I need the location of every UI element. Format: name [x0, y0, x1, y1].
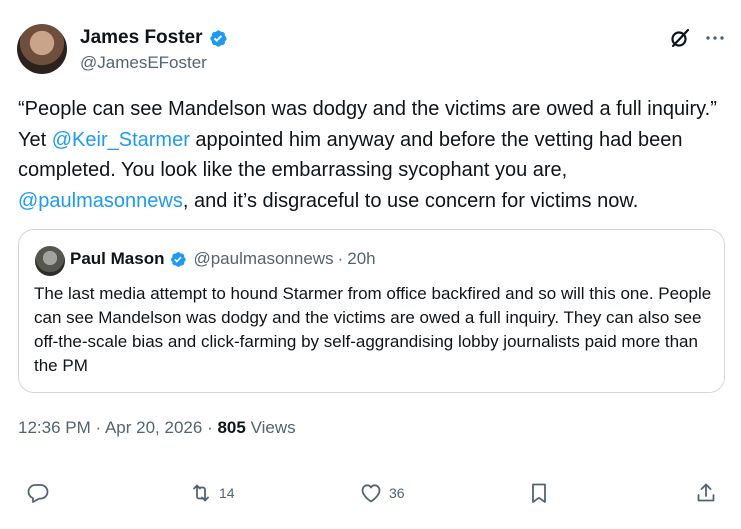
author-handle[interactable]: @JamesEFoster	[80, 53, 207, 73]
mention-paulmasonnews[interactable]: @paulmasonnews	[18, 190, 183, 212]
quote-verified-badge-icon	[171, 251, 187, 267]
tweet-date[interactable]: Apr 20, 2026	[105, 418, 202, 437]
mention-keir-starmer[interactable]: @Keir_Starmer	[52, 129, 190, 151]
like-count: 36	[389, 485, 405, 501]
quote-separator: ·	[337, 249, 344, 268]
share-icon	[697, 483, 715, 502]
author-name[interactable]: James Foster	[80, 27, 203, 49]
quoted-tweet[interactable]: Paul Mason @paulmasonnews · 20h The last…	[18, 229, 725, 393]
tweet-card: James Foster @JamesEFoster “People can s…	[0, 0, 741, 529]
author-avatar[interactable]	[17, 24, 67, 74]
quote-author-name: Paul Mason	[70, 249, 165, 268]
verified-badge-icon	[209, 29, 227, 47]
bookmark-button[interactable]	[527, 478, 551, 508]
more-options-icon[interactable]	[703, 26, 727, 50]
bookmark-icon	[532, 483, 546, 503]
quote-header: Paul Mason @paulmasonnews · 20h	[70, 249, 376, 269]
repost-icon	[193, 484, 209, 502]
views-count: 805	[217, 418, 246, 437]
quote-timestamp: 20h	[347, 249, 376, 268]
tweet-text: “People can see Mandelson was dodgy and …	[18, 94, 723, 216]
repost-count: 14	[219, 485, 235, 501]
quote-text: The last media attempt to hound Starmer …	[34, 284, 712, 375]
reply-button[interactable]	[26, 478, 50, 508]
repost-button[interactable]: 14	[189, 478, 235, 508]
share-button[interactable]	[694, 478, 718, 508]
grok-icon[interactable]	[668, 26, 692, 50]
quote-author-avatar	[35, 246, 65, 276]
tweet-text-part-3: , and it’s disgraceful to use concern fo…	[182, 189, 639, 212]
reply-icon	[27, 484, 49, 503]
meta-separator-2: ·	[207, 418, 213, 437]
tweet-meta: 12:36 PM · Apr 20, 2026 · 805 Views	[18, 418, 296, 438]
meta-separator-1: ·	[95, 418, 102, 437]
action-bar: 14 36	[0, 478, 741, 510]
like-button[interactable]: 36	[359, 478, 405, 508]
quote-author-handle: @paulmasonnews	[193, 249, 334, 268]
author-name-row[interactable]: James Foster	[80, 27, 228, 49]
views-label: Views	[250, 418, 296, 437]
heart-icon	[361, 484, 381, 503]
tweet-time[interactable]: 12:36 PM	[18, 418, 91, 437]
